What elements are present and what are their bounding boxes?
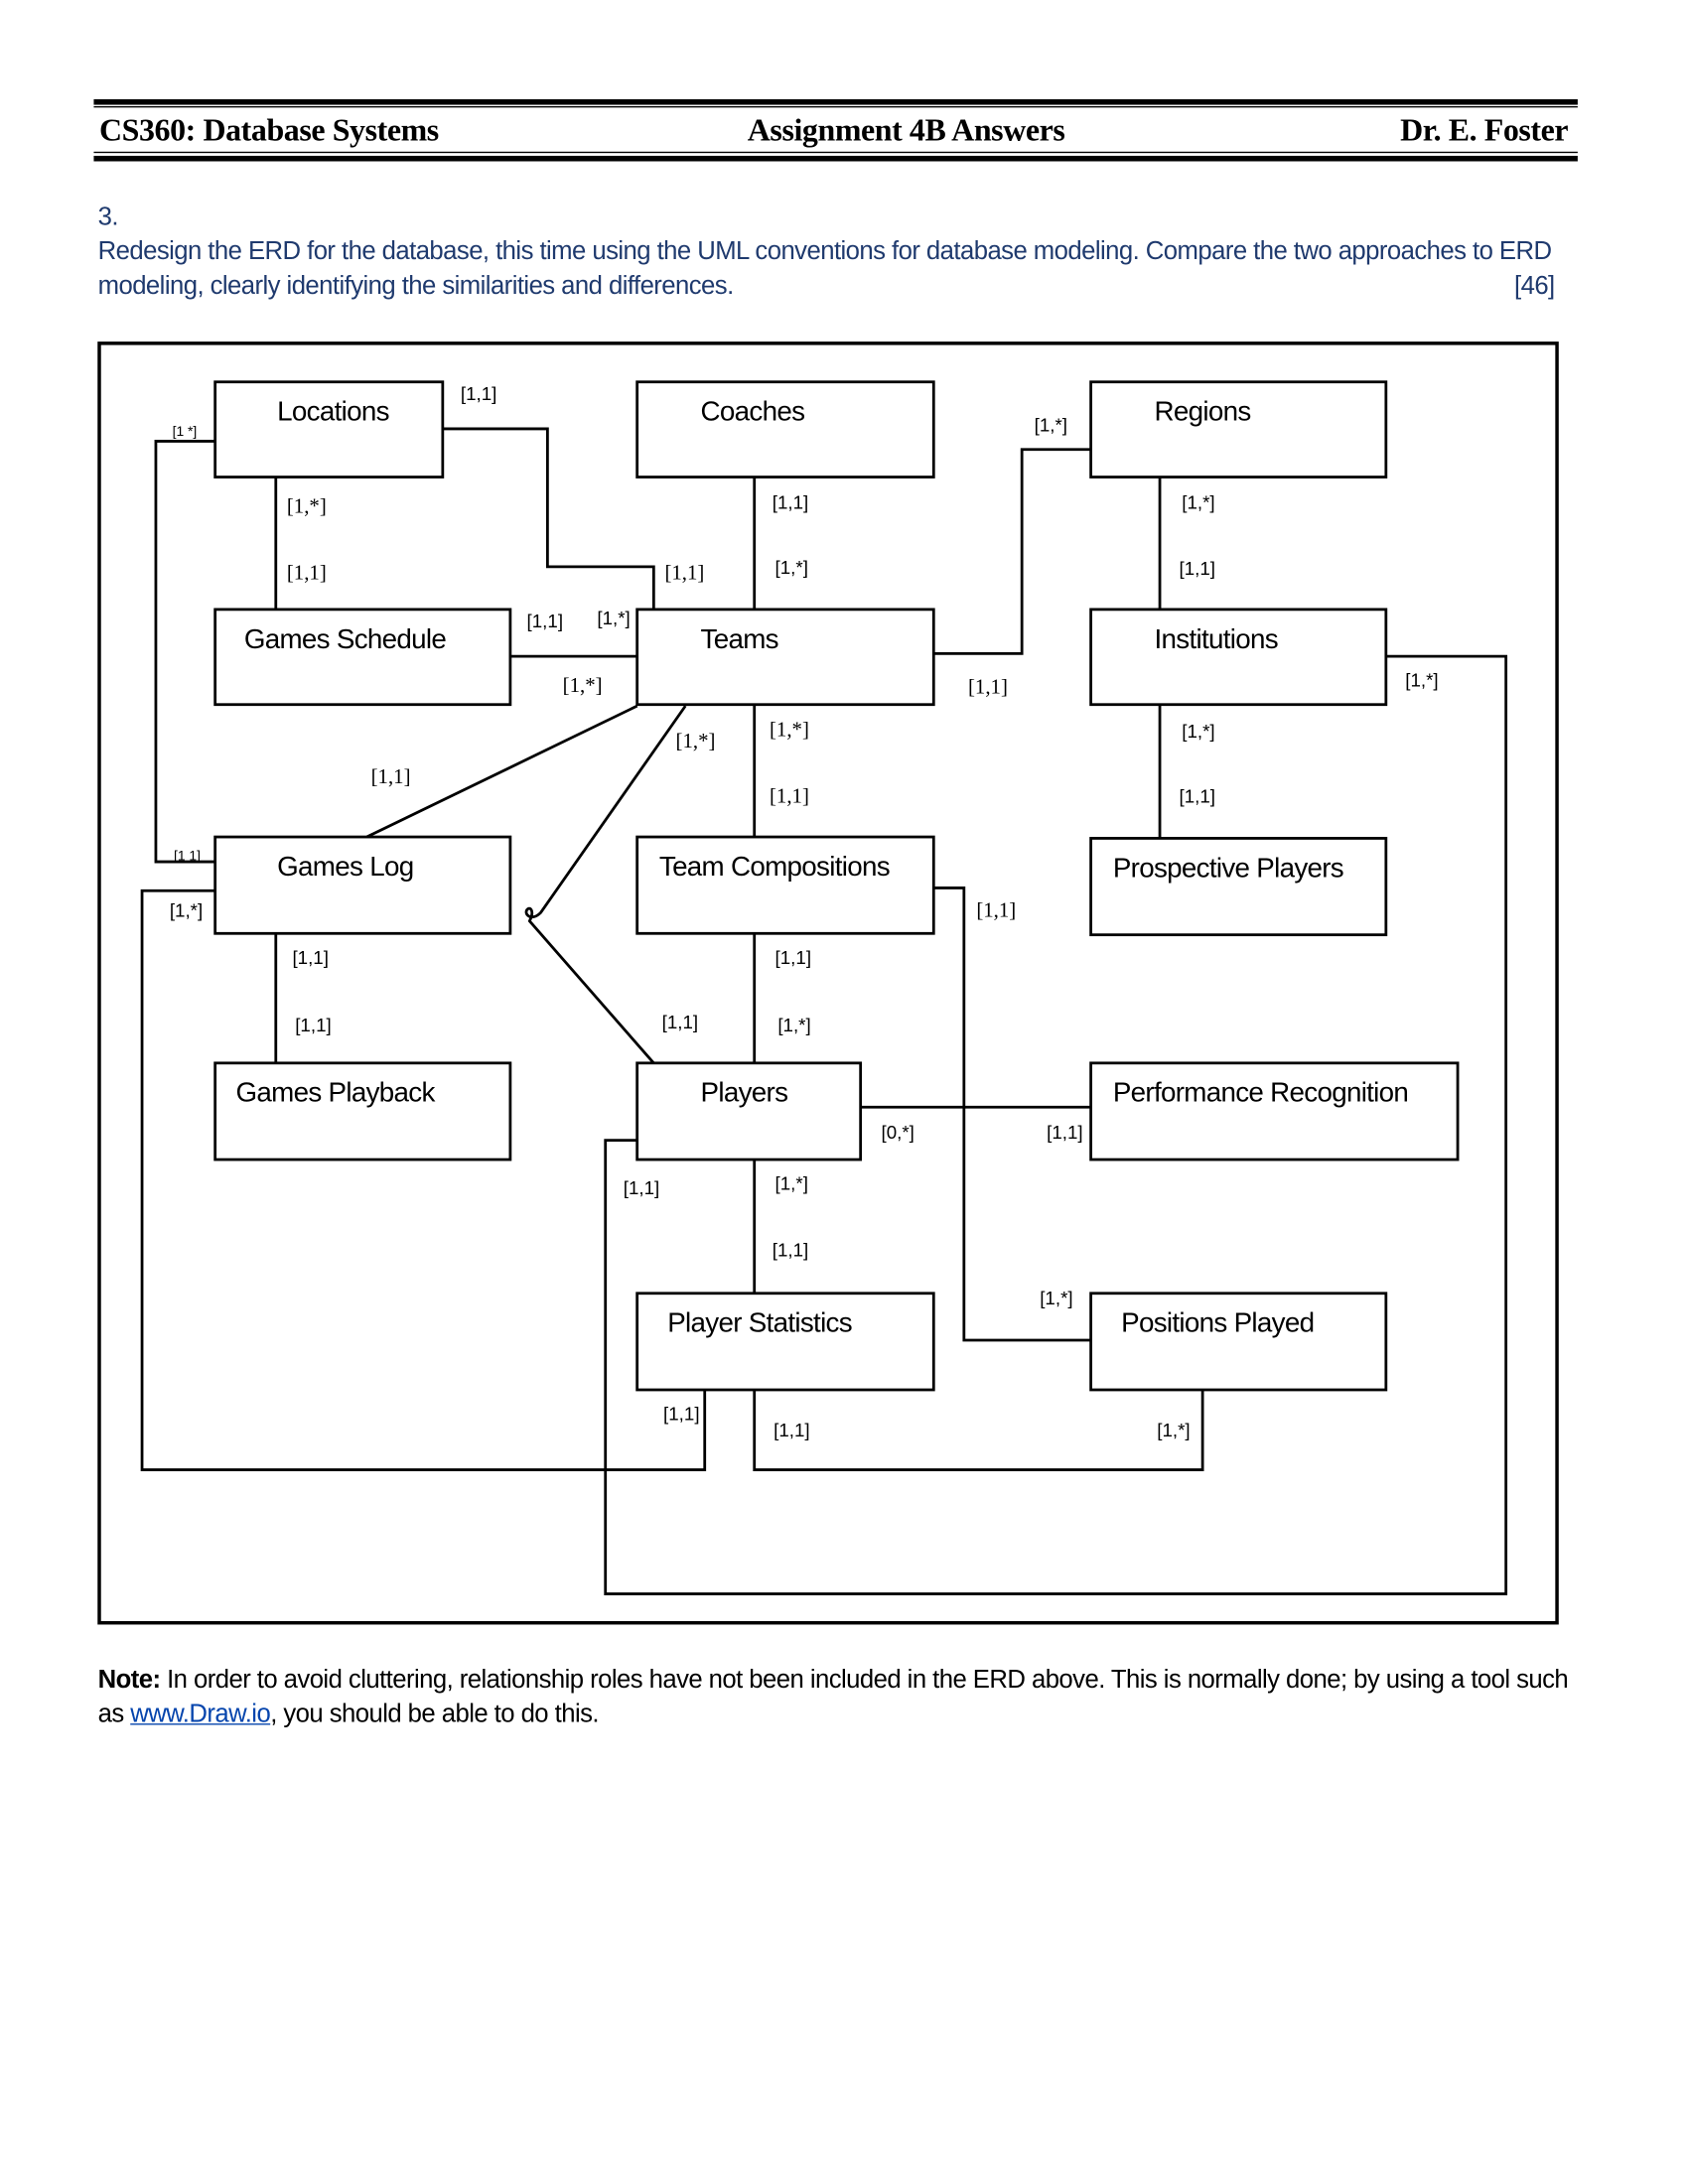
- relationship-line: [442, 427, 655, 610]
- relationship-line: [753, 1390, 1204, 1471]
- multiplicity-label: [0,*]: [882, 1122, 914, 1143]
- entity-name: Games Log: [277, 851, 413, 882]
- multiplicity-label: [1,1]: [773, 492, 808, 513]
- note-text-end: , you should be able to do this.: [270, 1699, 599, 1728]
- multiplicity-label: [1,1]: [1180, 785, 1215, 806]
- multiplicity-label: [1,1]: [624, 1177, 659, 1198]
- multiplicity-label: [1,1]: [774, 1420, 809, 1440]
- multiplicity-label: [1,1]: [1047, 1122, 1082, 1143]
- multiplicity-label: [1,*]: [770, 718, 809, 742]
- entity-name: Games Schedule: [244, 623, 447, 654]
- multiplicity-label: [1,1]: [295, 1015, 331, 1035]
- multiplicity-label: [1,*]: [777, 1015, 810, 1035]
- relationship-line: [933, 887, 1091, 1342]
- multiplicity-label: [1,1]: [770, 783, 809, 807]
- entity-prospective-players: Prospective Players: [1089, 837, 1388, 937]
- multiplicity-label: [1 1]: [174, 848, 201, 864]
- note-paragraph: Note: In order to avoid cluttering, rela…: [98, 1662, 1574, 1730]
- entity-name: Prospective Players: [1113, 852, 1343, 883]
- multiplicity-label: [1,*]: [597, 608, 630, 628]
- entity-games-log: Games Log: [213, 835, 512, 935]
- multiplicity-label: [1,1]: [775, 947, 811, 968]
- multiplicity-label: [1,1]: [663, 1404, 699, 1425]
- entity-name: Teams: [701, 623, 778, 654]
- multiplicity-label: [1,*]: [1040, 1288, 1072, 1308]
- multiplicity-label: [1,*]: [170, 900, 203, 921]
- entity-name: Regions: [1155, 396, 1251, 427]
- multiplicity-label: [1 *]: [173, 423, 198, 439]
- uml-erd-diagram: Locations Coaches Regions Games Schedule Tea…: [97, 341, 1559, 1625]
- relationship-line: [933, 448, 1091, 655]
- entity-name: Players: [701, 1077, 788, 1108]
- entity-coaches: Coaches: [635, 380, 935, 478]
- multiplicity-label: [1,*]: [1182, 492, 1214, 513]
- multiplicity-label: [1,1]: [664, 560, 704, 584]
- entity-performance-recognition: Performance Recognition: [1089, 1061, 1460, 1161]
- multiplicity-label: [1,1]: [292, 947, 328, 968]
- entity-regions: Regions: [1089, 380, 1388, 478]
- note-label: Note:: [97, 1664, 161, 1694]
- entity-name: Performance Recognition: [1113, 1077, 1408, 1108]
- diagram-frame: [97, 341, 1559, 1625]
- multiplicity-label: [1,1]: [287, 560, 327, 584]
- entity-team-compositions: Team Compositions: [635, 835, 935, 935]
- entity-name: Coaches: [701, 396, 805, 427]
- entity-player-statistics: Player Statistics: [635, 1292, 935, 1392]
- multiplicity-label: [1,1]: [773, 1239, 808, 1260]
- entity-players: Players: [635, 1061, 863, 1161]
- entity-positions-played: Positions Played: [1089, 1292, 1388, 1392]
- multiplicity-label: [1,1]: [968, 675, 1008, 699]
- drawio-link[interactable]: www.Draw.io: [130, 1699, 271, 1727]
- entity-name: Locations: [277, 396, 389, 427]
- multiplicity-label: [1,1]: [1180, 558, 1215, 579]
- entity-name: Player Statistics: [667, 1307, 852, 1338]
- entity-teams: Teams: [635, 608, 935, 707]
- multiplicity-label: [1,1]: [527, 611, 563, 631]
- multiplicity-label: [1,1]: [371, 764, 411, 788]
- entity-locations: Locations: [213, 380, 445, 478]
- multiplicity-label: [1,*]: [1182, 721, 1214, 742]
- document-page: CS360: Database Systems Assignment 4B An…: [0, 0, 1688, 2184]
- multiplicity-label: [1,*]: [563, 673, 603, 697]
- multiplicity-label: [1,*]: [775, 1173, 808, 1194]
- entity-name: Team Compositions: [659, 851, 890, 882]
- multiplicity-label: [1,*]: [1035, 415, 1067, 436]
- entity-name: Positions Played: [1121, 1307, 1314, 1338]
- entity-games-playback: Games Playback: [213, 1061, 512, 1161]
- multiplicity-label: [1,*]: [775, 557, 808, 578]
- entity-institutions: Institutions: [1089, 608, 1388, 707]
- multiplicity-label: [1,1]: [662, 1012, 698, 1032]
- entity-name: Institutions: [1155, 623, 1278, 654]
- multiplicity-label: [1,*]: [1157, 1420, 1190, 1440]
- multiplicity-label: [1,*]: [287, 494, 327, 518]
- entity-games-schedule: Games Schedule: [213, 608, 512, 707]
- entity-name: Games Playback: [236, 1077, 436, 1108]
- multiplicity-label: [1,1]: [976, 898, 1016, 922]
- multiplicity-label: [1,1]: [461, 383, 496, 404]
- relationship-line: [140, 888, 707, 1471]
- multiplicity-label: [1,*]: [1405, 670, 1438, 691]
- relationship-line: [154, 440, 215, 864]
- multiplicity-label: [1,*]: [676, 729, 716, 752]
